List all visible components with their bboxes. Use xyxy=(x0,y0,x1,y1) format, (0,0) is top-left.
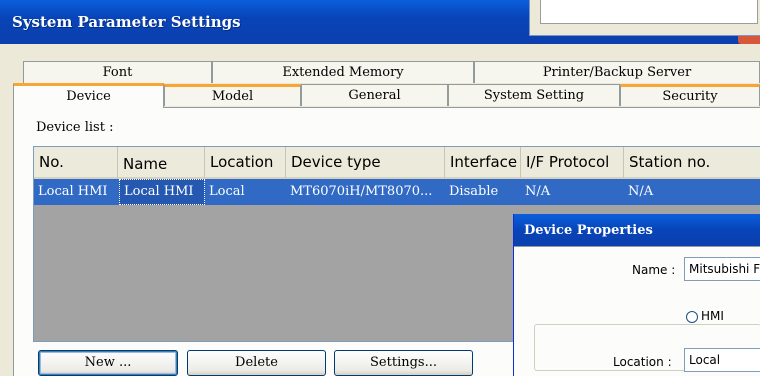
name-field[interactable]: Mitsubishi F xyxy=(684,257,760,281)
hmi-radio[interactable] xyxy=(686,311,698,323)
location-select[interactable]: Local xyxy=(684,348,760,372)
cell-device-type: MT6070iH/MT8070... xyxy=(290,184,433,199)
tab-label: System Setting xyxy=(483,88,585,103)
cell-if-protocol: N/A xyxy=(525,184,551,199)
tab-label: Device xyxy=(66,89,111,104)
tab-label: Security xyxy=(662,89,718,104)
tab-font[interactable]: Font xyxy=(23,61,212,83)
dialog-body: Name : Mitsubishi F HMI Location : Local xyxy=(514,246,760,376)
table-row[interactable]: Local HMI Local HMI Local MT6070iH/MT807… xyxy=(34,179,760,205)
dialog-titlebar[interactable]: Device Properties xyxy=(514,214,760,246)
tab-label: Extended Memory xyxy=(282,65,404,80)
cell-station-no: N/A xyxy=(628,184,654,199)
new-button[interactable]: New ... xyxy=(38,350,178,376)
location-label: Location : xyxy=(613,355,672,369)
column-header-name[interactable]: Name xyxy=(118,147,205,179)
background-window-content xyxy=(540,0,758,24)
name-label: Name : xyxy=(632,263,676,277)
tab-label: Printer/Backup Server xyxy=(542,65,692,80)
tab-label: Font xyxy=(102,65,133,80)
cell-no: Local HMI xyxy=(38,184,108,199)
column-header-no[interactable]: No. xyxy=(34,147,118,179)
column-header-device-type[interactable]: Device type xyxy=(286,147,445,179)
cell-name: Local HMI xyxy=(119,179,205,205)
settings-button[interactable]: Settings... xyxy=(334,350,473,376)
tab-model[interactable]: Model xyxy=(164,84,301,106)
cell-interface: Disable xyxy=(449,184,499,199)
cell-location: Local xyxy=(209,184,245,199)
tab-device[interactable]: Device xyxy=(13,83,164,108)
column-header-station-no[interactable]: Station no. xyxy=(624,147,760,179)
column-header-interface[interactable]: Interface xyxy=(445,147,521,179)
dialog-title: Device Properties xyxy=(524,223,653,238)
tab-printer-backup-server[interactable]: Printer/Backup Server xyxy=(474,61,760,83)
close-icon[interactable] xyxy=(738,36,760,44)
hmi-radio-label: HMI xyxy=(701,309,724,323)
device-properties-dialog: Device Properties Name : Mitsubishi F HM… xyxy=(513,214,760,376)
tab-general[interactable]: General xyxy=(301,84,448,106)
device-list-label: Device list : xyxy=(36,120,114,135)
column-header-location[interactable]: Location xyxy=(205,147,286,179)
window-title: System Parameter Settings xyxy=(12,13,241,31)
tab-label: Model xyxy=(211,89,254,104)
background-window xyxy=(529,0,760,36)
delete-button[interactable]: Delete xyxy=(187,350,326,376)
column-header-if-protocol[interactable]: I/F Protocol xyxy=(521,147,624,179)
tab-extended-memory[interactable]: Extended Memory xyxy=(212,61,474,83)
tab-system-setting[interactable]: System Setting xyxy=(448,84,620,106)
tab-label: General xyxy=(348,88,401,103)
tab-security[interactable]: Security xyxy=(620,84,760,106)
